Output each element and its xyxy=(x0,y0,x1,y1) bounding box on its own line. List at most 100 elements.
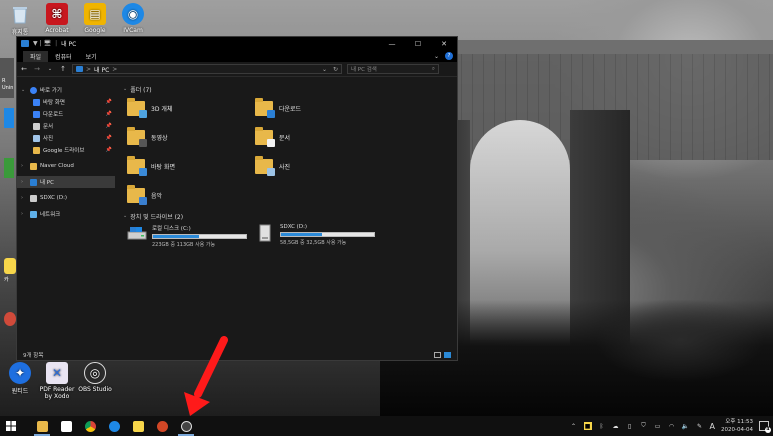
nav-item-documents[interactable]: 문서 📌 xyxy=(17,120,115,132)
ribbon-expand-icon[interactable]: ⌄ xyxy=(434,53,439,60)
nav-item-naver-cloud[interactable]: › Naver Cloud xyxy=(17,160,115,172)
title-bar[interactable]: ▼ | 🖥 | 내 PC — ☐ ✕ xyxy=(17,37,457,50)
close-button[interactable]: ✕ xyxy=(431,40,457,48)
pen-icon[interactable]: ✎ xyxy=(696,422,704,430)
maximize-button[interactable]: ☐ xyxy=(405,40,431,48)
chevron-down-icon[interactable]: ⌄ xyxy=(21,87,27,93)
drive-d[interactable]: SDXC (D:) 58,5GB 중 32,5GB 사용 가능 xyxy=(255,224,383,248)
desktop-icon-recycle-bin[interactable]: 휴지통 xyxy=(0,3,40,36)
bluetooth-icon[interactable]: ᛒ xyxy=(598,422,606,430)
desktop-icon-partial[interactable] xyxy=(4,108,14,128)
folder-3d-objects[interactable]: 3D 개체 xyxy=(127,97,255,120)
battery-icon[interactable]: ▭ xyxy=(654,422,662,430)
desktop-icon-wanted[interactable]: ✦ 원티드 xyxy=(0,362,40,395)
volume-icon[interactable]: 🔈 xyxy=(682,422,690,430)
back-button[interactable]: ← xyxy=(20,65,28,73)
folder-label: 사진 xyxy=(279,164,291,171)
clock[interactable]: 오후 11:53 2020-04-04 xyxy=(721,418,753,434)
tab-file[interactable]: 파일 xyxy=(23,50,49,62)
up-button[interactable]: ↑ xyxy=(59,65,67,73)
desktop-icon-pdf-reader[interactable]: ✕ PDF Reader by Xodo xyxy=(37,362,77,400)
taskbar-edge[interactable] xyxy=(102,416,126,436)
windows-icon xyxy=(6,421,16,431)
folder-downloads[interactable]: 다운로드 xyxy=(255,97,383,120)
folder-music-icon xyxy=(127,185,147,205)
desktop-icon-partial[interactable] xyxy=(4,312,16,326)
refresh-icon[interactable]: ↻ xyxy=(333,66,338,73)
usb-icon[interactable]: ▯ xyxy=(626,422,634,430)
taskbar-store[interactable] xyxy=(54,416,78,436)
nav-item-sdxc[interactable]: › SDXC (D:) xyxy=(17,192,115,204)
file-explorer-window[interactable]: ▼ | 🖥 | 내 PC — ☐ ✕ 파일 컴퓨터 보기 ⌄ ? ← → ⌄ ↑… xyxy=(16,36,458,361)
folder-desktop[interactable]: 바탕 화면 xyxy=(127,155,255,178)
desktop-icon-partial[interactable] xyxy=(4,258,16,274)
notification-center-button[interactable]: 4 xyxy=(759,421,771,433)
chevron-right-icon[interactable]: › xyxy=(21,179,27,185)
recycle-bin-icon xyxy=(9,3,31,25)
recent-locations-icon[interactable]: ⌄ xyxy=(46,66,54,72)
nav-item-label: 다운로드 xyxy=(43,112,64,118)
drives-group-header[interactable]: ⌄ 장치 및 드라이브 (2) xyxy=(123,211,449,221)
nav-item-pictures[interactable]: 사진 📌 xyxy=(17,132,115,144)
desktop-icon-ivcam[interactable]: ◉ IVCam xyxy=(113,3,153,34)
pin-icon: 📌 xyxy=(105,147,112,153)
quick-access-toolbar[interactable]: ▼ | 🖥 xyxy=(33,40,51,47)
search-icon: ⌕ xyxy=(431,65,435,72)
star-icon xyxy=(30,86,37,94)
show-hidden-icons-icon[interactable]: ⌃ xyxy=(570,422,578,430)
navigation-pane: ⌄ 바로 가기 바탕 화면 📌 다운로드 📌 문서 📌 사진 📌 Google … xyxy=(17,78,115,351)
folder-documents[interactable]: 문서 xyxy=(255,126,383,149)
folders-group-header[interactable]: ⌄ 폴더 (7) xyxy=(123,84,449,94)
onedrive-icon[interactable]: ☁ xyxy=(612,422,620,430)
desktop-icon-obs[interactable]: ◎ OBS Studio xyxy=(75,362,115,393)
kakao-icon[interactable]: ■ xyxy=(583,422,592,430)
start-button[interactable] xyxy=(0,416,22,436)
nav-item-network[interactable]: › 네트워크 xyxy=(17,208,115,220)
chevron-right-icon[interactable]: › xyxy=(21,195,27,201)
nav-item-this-pc[interactable]: › 내 PC xyxy=(17,176,115,188)
help-icon[interactable]: ? xyxy=(445,52,453,60)
address-separator: > xyxy=(112,65,118,73)
wifi-icon[interactable]: ◠ xyxy=(668,422,676,430)
folder-videos-icon xyxy=(127,127,147,147)
desktop-icon-google[interactable]: ▤ Google xyxy=(75,3,115,34)
chevron-right-icon[interactable]: › xyxy=(21,211,27,217)
taskbar-chrome[interactable] xyxy=(78,416,102,436)
desktop-icon-partial[interactable] xyxy=(4,158,14,178)
taskbar-powerpoint[interactable] xyxy=(150,416,174,436)
taskbar: ⌃ ■ ᛒ ☁ ▯ ⛉ ▭ ◠ 🔈 ✎ A 오후 11:53 2020-04-0… xyxy=(0,416,773,436)
nav-item-quick-access[interactable]: ⌄ 바로 가기 xyxy=(17,84,115,96)
details-view-button[interactable] xyxy=(434,351,441,358)
nav-item-desktop[interactable]: 바탕 화면 📌 xyxy=(17,96,115,108)
folder-pictures[interactable]: 사진 xyxy=(255,155,383,178)
folder-music[interactable]: 음악 xyxy=(127,184,255,207)
search-input[interactable]: 내 PC 검색 ⌕ xyxy=(347,64,439,74)
clock-date: 2020-04-04 xyxy=(721,427,753,433)
chevron-right-icon[interactable]: › xyxy=(21,163,27,169)
drive-label: SDXC (D:) xyxy=(280,224,308,230)
taskbar-file-explorer[interactable] xyxy=(30,416,54,436)
nav-item-downloads[interactable]: 다운로드 📌 xyxy=(17,108,115,120)
forward-button[interactable]: → xyxy=(33,65,41,73)
folder-videos[interactable]: 동영상 xyxy=(127,126,255,149)
tab-view[interactable]: 보기 xyxy=(79,51,104,62)
shield-icon[interactable]: ⛉ xyxy=(640,422,648,430)
address-bar[interactable]: > 내 PC > ⌄ ↻ xyxy=(72,64,342,74)
input-language[interactable]: A xyxy=(710,422,715,431)
tab-computer[interactable]: 컴퓨터 xyxy=(48,51,79,62)
folders-grid: 3D 개체 다운로드 동영상 문서 바탕 화면 사진 음악 xyxy=(123,94,449,211)
desktop-icon-acrobat[interactable]: ⌘ Acrobat xyxy=(37,3,77,34)
address-dropdown-icon[interactable]: ⌄ xyxy=(322,66,327,73)
minimize-button[interactable]: — xyxy=(379,40,405,48)
taskbar-obs[interactable] xyxy=(174,416,198,436)
nav-item-google-drive[interactable]: Google 드라이브 📌 xyxy=(17,144,115,156)
pin-icon: 📌 xyxy=(105,99,112,105)
documents-icon xyxy=(33,122,40,130)
taskbar-sticky-notes[interactable] xyxy=(126,416,150,436)
clock-time: 오후 11:53 xyxy=(725,419,753,425)
ivcam-icon: ◉ xyxy=(122,3,144,25)
acrobat-icon: ⌘ xyxy=(46,3,68,25)
edge-icon xyxy=(108,420,120,432)
large-icons-view-button[interactable] xyxy=(444,351,451,358)
drive-c[interactable]: 로컬 디스크 (C:) 223GB 중 113GB 사용 가능 xyxy=(127,224,255,248)
